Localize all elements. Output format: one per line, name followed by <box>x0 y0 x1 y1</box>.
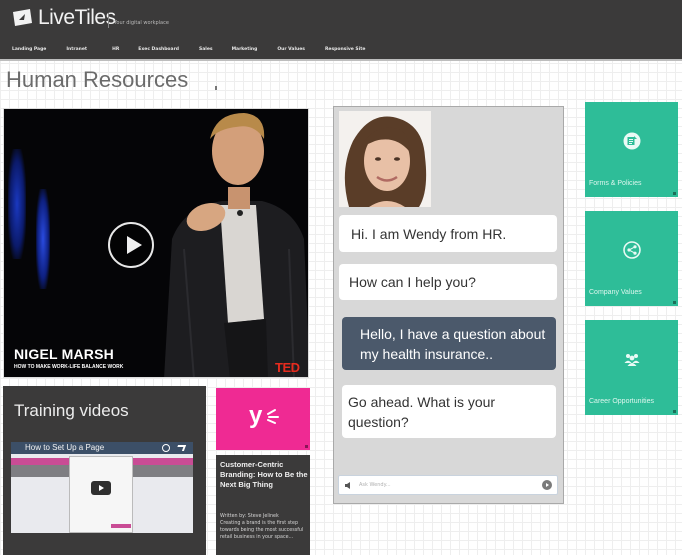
people-icon <box>624 354 640 366</box>
main-nav: Landing Page Intranet HR Exec Dashboard … <box>12 47 387 52</box>
livetiles-logo-icon[interactable] <box>10 8 34 28</box>
training-videos-tile[interactable]: Training videos How to Set Up a Page <box>3 386 206 555</box>
tile-label: Forms & Policies <box>589 180 642 187</box>
speaker-image <box>164 113 308 377</box>
article-author: Written by: Steve Jelinek <box>220 514 279 519</box>
thumb-button <box>111 524 131 528</box>
send-icon[interactable] <box>542 480 552 490</box>
agent-avatar <box>339 111 431 207</box>
tile-corner-marker <box>673 192 676 195</box>
tile-company-values[interactable]: Company Values <box>585 211 678 306</box>
brand-tagline: Your digital workplace <box>114 20 169 26</box>
chat-message-bot: How can I help you? <box>339 264 557 300</box>
tile-corner-marker <box>673 410 676 413</box>
brand-separator <box>108 13 109 28</box>
tile-forms-policies[interactable]: Forms & Policies <box>585 102 678 197</box>
training-title: Training videos <box>14 401 129 420</box>
speaker-name: NIGEL MARSH <box>14 346 114 362</box>
share-icon <box>623 241 641 259</box>
tile-corner-marker <box>673 301 676 304</box>
top-bar: LiveTiles Your digital workplace Landing… <box>0 0 682 61</box>
nav-item-sales[interactable]: Sales <box>199 47 213 52</box>
chat-input-box <box>338 475 558 495</box>
yammer-logo: y <box>249 402 263 429</box>
talk-title: HOW TO MAKE WORK-LIFE BALANCE WORK <box>14 364 124 370</box>
clock-icon <box>162 444 170 452</box>
nav-item-our-values[interactable]: Our Values <box>277 47 305 52</box>
yammer-tile[interactable]: y <box>216 388 310 450</box>
nav-item-exec-dashboard[interactable]: Exec Dashboard <box>138 47 179 52</box>
article-excerpt: Creating a brand is the first step towar… <box>220 521 304 540</box>
tile-label: Company Values <box>589 289 642 296</box>
training-video-thumbnail[interactable]: How to Set Up a Page <box>11 442 193 533</box>
article-title: Customer-Centric Branding: How to Be the… <box>220 460 308 489</box>
chat-message-bot: Go ahead. What is your question? <box>342 385 556 438</box>
tile-corner-marker <box>305 445 308 448</box>
brand-name[interactable]: LiveTiles <box>38 6 116 30</box>
stage-light <box>8 149 26 259</box>
nav-item-marketing[interactable]: Marketing <box>232 47 258 52</box>
chat-message-user: Hello, I have a question about my health… <box>342 317 556 370</box>
page-title: Human Resources <box>6 67 189 92</box>
ted-video-tile[interactable]: NIGEL MARSH HOW TO MAKE WORK-LIFE BALANC… <box>3 108 309 378</box>
yammer-rays-icon <box>267 409 279 424</box>
chatbot-panel: Hi. I am Wendy from HR. How can I help y… <box>333 106 564 504</box>
tile-career-opportunities[interactable]: Career Opportunities <box>585 320 678 415</box>
thumb-title: How to Set Up a Page <box>25 443 105 452</box>
chat-input[interactable] <box>359 478 534 492</box>
title-mark <box>215 86 217 90</box>
play-button[interactable] <box>108 222 154 268</box>
tile-label: Career Opportunities <box>589 398 654 405</box>
chat-message-bot: Hi. I am Wendy from HR. <box>339 215 557 252</box>
forms-icon <box>623 132 641 150</box>
play-icon[interactable] <box>91 481 111 495</box>
nav-item-hr[interactable]: HR <box>112 47 119 52</box>
nav-item-landing-page[interactable]: Landing Page <box>12 47 46 52</box>
stage-light <box>36 189 50 289</box>
article-tile[interactable]: Customer-Centric Branding: How to Be the… <box>216 455 310 555</box>
nav-item-intranet[interactable]: Intranet <box>66 47 87 52</box>
speaker-icon[interactable] <box>345 482 351 489</box>
ted-logo: TED <box>275 360 300 375</box>
nav-item-responsive-site[interactable]: Responsive Site <box>325 47 365 52</box>
